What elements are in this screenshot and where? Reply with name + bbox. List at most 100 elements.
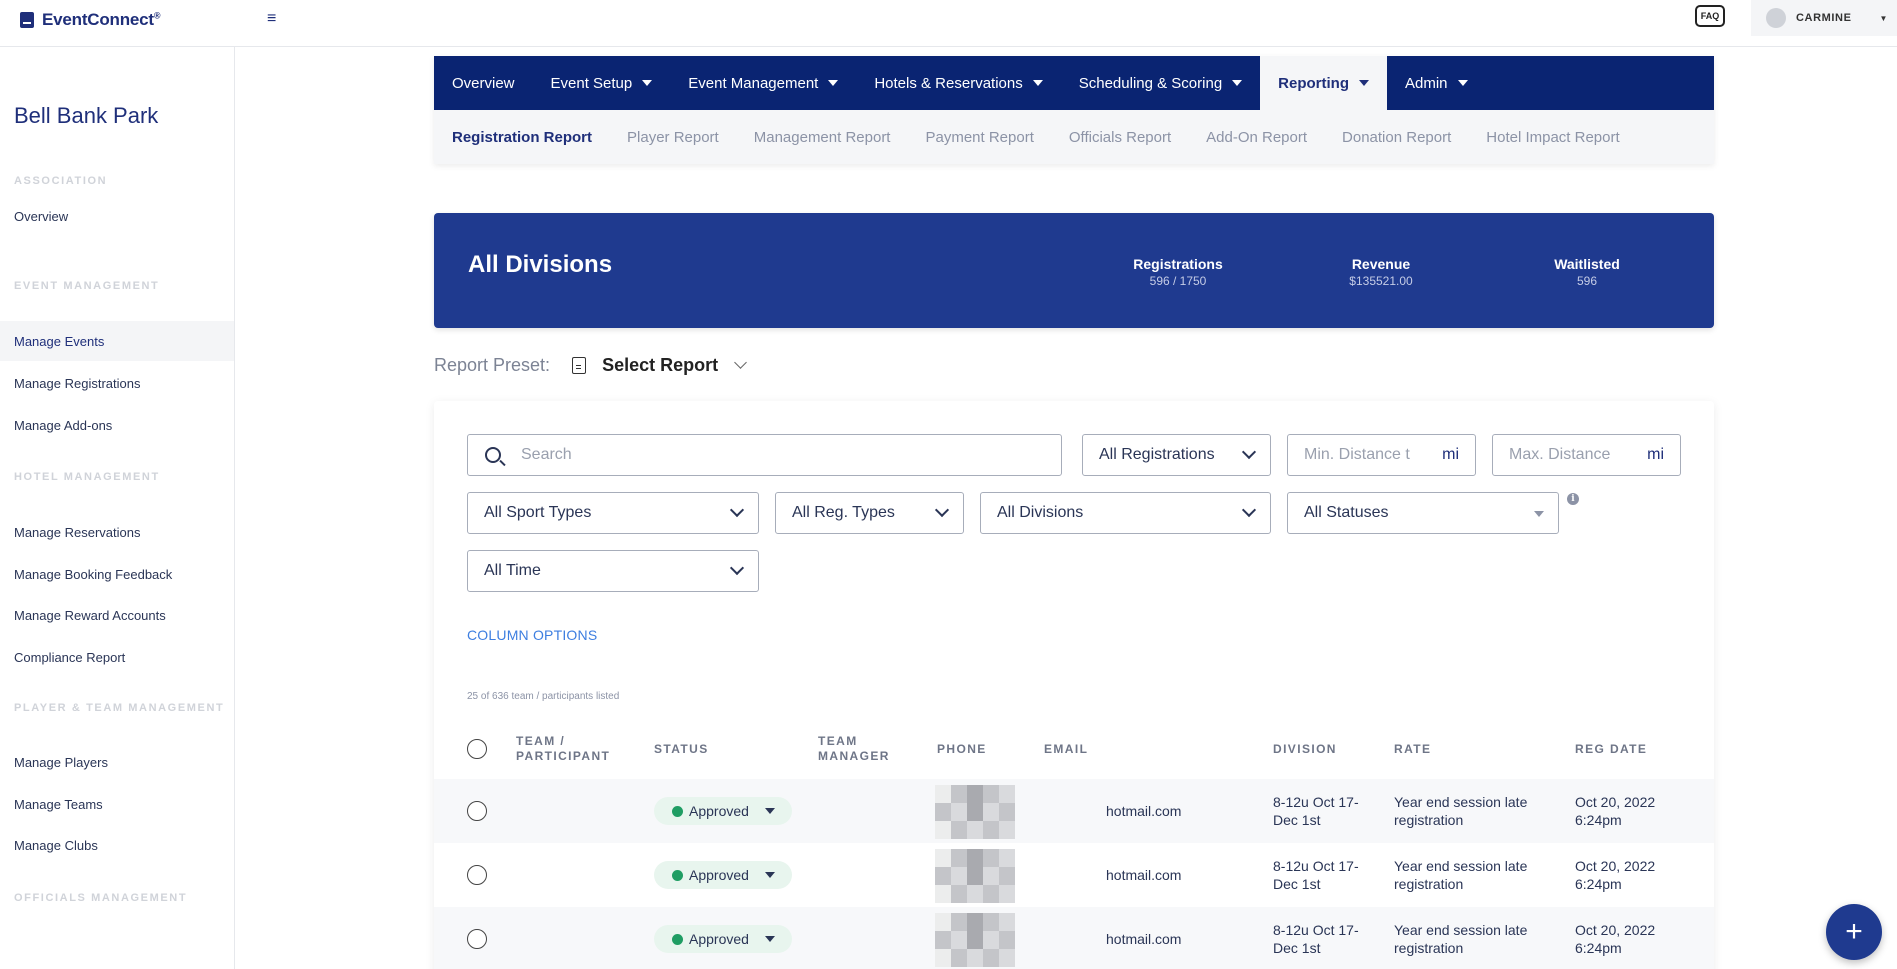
sidebar-item-manage-booking-feedback[interactable]: Manage Booking Feedback: [0, 554, 234, 594]
tab-officials-report[interactable]: Officials Report: [1069, 129, 1171, 146]
report-preset: Report Preset: Select Report: [434, 352, 747, 378]
sidebar-section-officials-management: OFFICIALS MANAGEMENT: [14, 892, 188, 904]
distance-unit-label: mi: [1647, 446, 1664, 463]
hamburger-menu-icon[interactable]: ≡: [267, 11, 281, 27]
listed-count: 25 of 636 team / participants listed: [467, 691, 620, 702]
divisions-select[interactable]: All Divisions: [980, 492, 1271, 534]
info-icon[interactable]: i: [1567, 493, 1579, 505]
report-navigation: Overview Event Setup Event Management Ho…: [434, 56, 1714, 164]
stat-label: Revenue: [1351, 256, 1411, 272]
add-button[interactable]: +: [1826, 904, 1882, 960]
sidebar-item-manage-teams[interactable]: Manage Teams: [0, 784, 234, 824]
brand-name: EventConnect®: [42, 10, 161, 29]
sport-types-value: All Sport Types: [484, 504, 592, 521]
user-menu[interactable]: CARMINE ▼: [1751, 0, 1897, 36]
row-select-radio[interactable]: [467, 801, 487, 821]
caret-down-icon: [828, 80, 839, 86]
faq-button[interactable]: FAQ: [1695, 5, 1731, 33]
sidebar-section-association: ASSOCIATION: [14, 175, 108, 187]
sidebar-item-manage-reservations[interactable]: Manage Reservations: [0, 512, 234, 552]
reg-types-value: All Reg. Types: [792, 504, 895, 521]
column-email[interactable]: EMAIL: [1044, 719, 1088, 779]
time-range-select[interactable]: All Time: [467, 550, 759, 592]
email-cell: hotmail.com: [1106, 931, 1182, 947]
stat-label: Registrations: [1133, 256, 1223, 272]
sidebar-item-manage-events[interactable]: Manage Events: [0, 321, 234, 361]
table-row[interactable]: Approved hotmail.com 8-12u Oct 17- Dec 1s…: [434, 779, 1714, 843]
search-placeholder: Search: [521, 446, 572, 463]
chevron-down-icon: [934, 502, 950, 518]
approved-dot-icon: [672, 933, 683, 945]
rate-cell: Year end session late registration: [1394, 858, 1528, 892]
nav-event-setup[interactable]: Event Setup: [533, 56, 671, 110]
tab-payment-report[interactable]: Payment Report: [925, 129, 1033, 146]
tab-player-report[interactable]: Player Report: [627, 129, 719, 146]
min-distance-input[interactable]: Min. Distance t mi: [1287, 434, 1476, 476]
reg-date-cell: Oct 20, 2022 6:24pm: [1575, 794, 1656, 828]
tab-management-report[interactable]: Management Report: [754, 129, 891, 146]
caret-down-icon: [1232, 80, 1243, 86]
tab-add-on-report[interactable]: Add-On Report: [1206, 129, 1307, 146]
column-options-link[interactable]: COLUMN OPTIONS: [467, 627, 597, 643]
report-preset-label: Report Preset:: [434, 354, 551, 375]
sidebar-item-compliance-report[interactable]: Compliance Report: [0, 637, 234, 677]
column-phone[interactable]: PHONE: [937, 719, 987, 779]
nav-event-management[interactable]: Event Management: [670, 56, 856, 110]
brand-logo[interactable]: EventConnect®: [20, 10, 161, 30]
stat-label: Waitlisted: [1554, 256, 1620, 272]
max-distance-input[interactable]: Max. Distance mi: [1492, 434, 1681, 476]
sidebar-item-manage-players[interactable]: Manage Players: [0, 742, 234, 782]
table-header: TEAM / PARTICIPANT STATUS TEAM MANAGER PHO…: [434, 719, 1714, 779]
nav-overview[interactable]: Overview: [434, 56, 533, 110]
column-team-participant[interactable]: TEAM / PARTICIPANT: [516, 719, 610, 779]
sidebar-item-manage-add-ons[interactable]: Manage Add-ons: [0, 405, 234, 445]
chevron-down-icon: [1241, 502, 1257, 518]
status-badge[interactable]: Approved: [654, 861, 792, 889]
tab-registration-report[interactable]: Registration Report: [452, 129, 592, 146]
registrations-filter-select[interactable]: All Registrations: [1082, 434, 1271, 476]
sidebar-item-overview[interactable]: Overview: [0, 196, 234, 236]
nav-admin[interactable]: Admin: [1387, 56, 1486, 110]
column-status[interactable]: STATUS: [654, 719, 709, 779]
table-row[interactable]: Approved hotmail.com 8-12u Oct 17- Dec 1s…: [434, 843, 1714, 907]
row-select-radio[interactable]: [467, 929, 487, 949]
sport-types-select[interactable]: All Sport Types: [467, 492, 759, 534]
select-all-radio[interactable]: [467, 739, 487, 759]
column-team-manager[interactable]: TEAM MANAGER: [818, 719, 890, 779]
column-reg-date[interactable]: REG DATE: [1575, 719, 1647, 779]
sidebar-section-event-management: EVENT MANAGEMENT: [14, 280, 160, 292]
approved-dot-icon: [672, 805, 683, 817]
sidebar-item-manage-registrations[interactable]: Manage Registrations: [0, 363, 234, 403]
status-badge[interactable]: Approved: [654, 925, 792, 953]
nav-hotels-reservations[interactable]: Hotels & Reservations: [856, 56, 1060, 110]
reg-date-cell: Oct 20, 2022 6:24pm: [1575, 922, 1656, 956]
distance-unit-label: mi: [1442, 446, 1459, 463]
sidebar-item-manage-clubs[interactable]: Manage Clubs: [0, 825, 234, 865]
search-input[interactable]: Search: [467, 434, 1062, 476]
nav-reporting[interactable]: Reporting: [1260, 56, 1387, 110]
stat-value: 596 / 1750: [1149, 274, 1207, 288]
sidebar: Bell Bank Park ASSOCIATION Overview EVEN…: [0, 47, 235, 969]
tab-donation-report[interactable]: Donation Report: [1342, 129, 1451, 146]
status-badge[interactable]: Approved: [654, 797, 792, 825]
nav-scheduling-scoring[interactable]: Scheduling & Scoring: [1061, 56, 1260, 110]
caret-down-icon: [1359, 80, 1369, 86]
column-rate[interactable]: RATE: [1394, 719, 1431, 779]
reg-date-cell: Oct 20, 2022 6:24pm: [1575, 858, 1656, 892]
column-division[interactable]: DIVISION: [1273, 719, 1337, 779]
chevron-down-icon[interactable]: [734, 355, 747, 369]
tab-hotel-impact-report[interactable]: Hotel Impact Report: [1486, 129, 1619, 146]
statuses-select[interactable]: All Statuses: [1287, 492, 1559, 534]
row-select-radio[interactable]: [467, 865, 487, 885]
email-cell: hotmail.com: [1106, 867, 1182, 883]
caret-down-icon: [642, 80, 653, 86]
sidebar-section-player-team-management: PLAYER & TEAM MANAGEMENT: [14, 702, 225, 714]
report-preset-select[interactable]: Select Report: [602, 355, 718, 376]
rate-cell: Year end session late registration: [1394, 922, 1528, 956]
table-row[interactable]: Approved hotmail.com 8-12u Oct 17- Dec 1s…: [434, 907, 1714, 969]
reg-types-select[interactable]: All Reg. Types: [775, 492, 964, 534]
sidebar-item-manage-reward-accounts[interactable]: Manage Reward Accounts: [0, 595, 234, 635]
status-label: Approved: [689, 931, 749, 947]
stat-value: $135521.00: [1349, 274, 1413, 288]
username: CARMINE: [1796, 12, 1852, 24]
